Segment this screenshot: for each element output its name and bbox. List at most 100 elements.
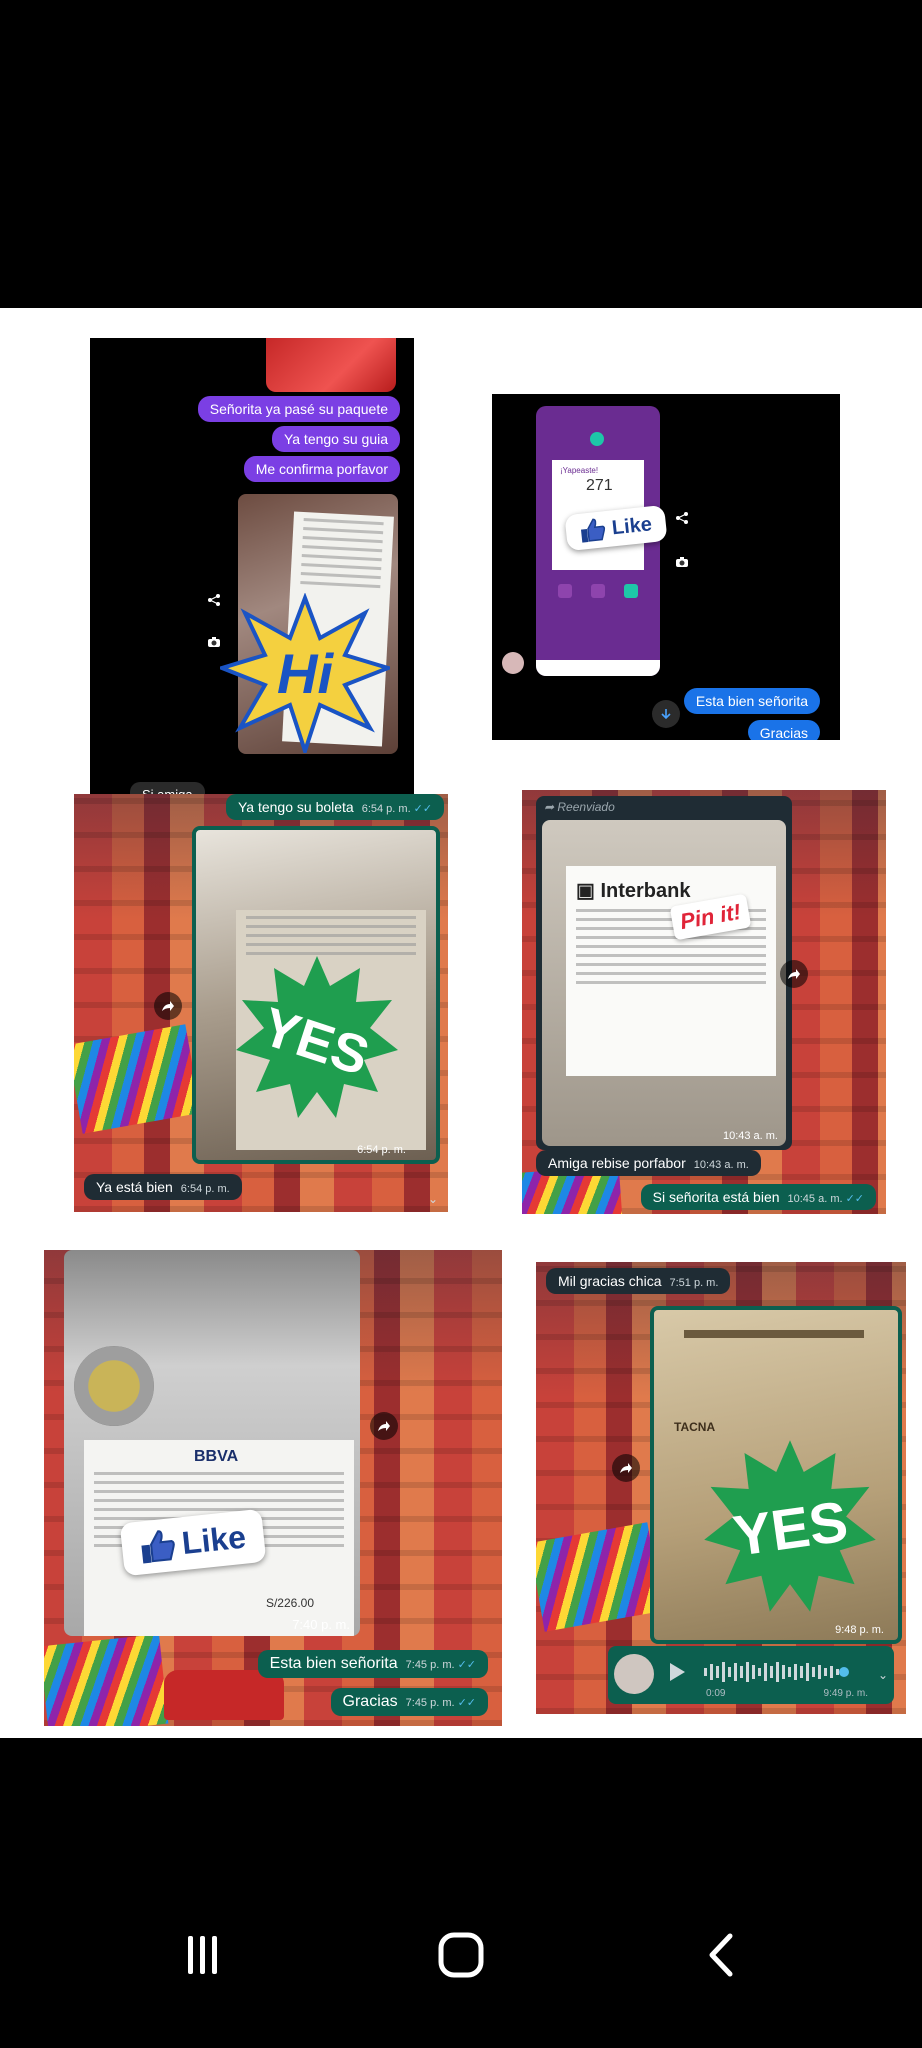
message-time: 10:45 a. m. (787, 1193, 843, 1205)
message-time: 7:51 p. m. (669, 1277, 719, 1289)
rainbow-awning (536, 1522, 663, 1632)
photo-time: 9:48 p. m. (835, 1624, 884, 1636)
voice-waveform[interactable] (704, 1660, 854, 1684)
voice-duration: 0:09 (706, 1688, 726, 1699)
camera-button[interactable] (668, 548, 696, 576)
panel-whatsapp-yes-1: Ya tengo su boleta 6:54 p. m. ✓✓ 6:54 p. m… (74, 794, 448, 1212)
message-time: 6:54 p. m. (361, 803, 411, 815)
forward-icon (378, 1421, 390, 1431)
message-bubble: Esta bien señorita 7:45 p. m. ✓✓ (257, 1650, 488, 1678)
action-dot[interactable] (591, 584, 605, 598)
play-icon (670, 1663, 685, 1681)
action-dot[interactable] (558, 584, 572, 598)
forward-icon (162, 1001, 174, 1011)
forward-button[interactable] (612, 1454, 640, 1482)
message-bubble: Si señorita está bien 10:45 a. m. ✓✓ (640, 1184, 876, 1210)
message-text: Ya tengo su boleta (238, 799, 354, 815)
home-icon (438, 1932, 484, 1978)
recents-icon (188, 1936, 217, 1974)
message-text: Si señorita está bien (652, 1189, 780, 1205)
phone-nav-bar (536, 660, 660, 676)
photo-time: 6:54 p. m. (357, 1144, 406, 1156)
document-city: TACNA (674, 1420, 716, 1434)
rainbow-awning (74, 1024, 201, 1134)
message-text: Esta bien señorita (269, 1655, 398, 1672)
share-button[interactable] (668, 504, 696, 532)
message-bubble: Gracias 7:45 p. m. ✓✓ (330, 1688, 488, 1716)
message-text: Amiga rebise porfabor (548, 1155, 686, 1171)
action-dot[interactable] (624, 584, 638, 598)
photo-time: 7:40 p. m. (292, 1617, 350, 1632)
panel-whatsapp-bbva: BBVA S/226.00 7:40 p. m. Like Esta bien … (44, 1250, 502, 1726)
coin-image (74, 1346, 154, 1426)
share-button[interactable] (200, 586, 228, 614)
forwarded-message: ➦ Reenviado ▣ Interbank 10:43 a. m. (536, 796, 792, 1150)
camera-icon (676, 557, 688, 567)
panel-whatsapp-yes-2: Mil gracias chica 7:51 p. m. TACNA 9:48 p… (536, 1262, 906, 1714)
thumbs-up-icon (580, 518, 606, 543)
message-time: 7:45 p. m. (405, 1697, 455, 1709)
forwarded-label-text: Reenviado (557, 800, 615, 814)
screenshot-collage: Señorita ya pasé su paquete Ya tengo su … (0, 308, 922, 1738)
forward-button[interactable] (780, 960, 808, 988)
message-bubble: Señorita ya pasé su paquete (197, 396, 400, 422)
rainbow-awning (44, 1633, 169, 1726)
yape-logo (590, 432, 604, 446)
read-ticks-icon: ✓✓ (457, 1697, 476, 1709)
read-ticks-icon: ✓✓ (845, 1193, 864, 1205)
yes-sticker: YES (236, 956, 398, 1118)
panel-yape-like: ¡Yapeaste! 271 Like Esta bien señorita G… (492, 394, 840, 740)
recents-button[interactable] (178, 1930, 228, 1980)
top-black-bar (0, 0, 922, 308)
forward-icon: ➦ (544, 800, 558, 814)
forward-button[interactable] (154, 992, 182, 1020)
forward-icon (620, 1463, 632, 1473)
chevron-down-icon[interactable]: ⌄ (878, 1668, 888, 1682)
receipt-photo[interactable]: BBVA S/226.00 7:40 p. m. (64, 1250, 360, 1636)
red-photo-top (266, 338, 396, 392)
message-bubble: Mil gracias chica 7:51 p. m. (546, 1268, 731, 1294)
voice-time: 9:49 p. m. (823, 1688, 868, 1699)
camera-button[interactable] (200, 628, 228, 656)
message-time: 6:54 p. m. (180, 1183, 230, 1195)
scroll-down-button[interactable] (652, 700, 680, 728)
avatar[interactable] (502, 652, 524, 674)
hi-sticker: Hi (220, 593, 390, 753)
panel-whatsapp-interbank: ➦ Reenviado ▣ Interbank 10:43 a. m. Pin … (522, 790, 886, 1214)
android-navigation-bar (0, 1738, 922, 2048)
receipt-amount: S/226.00 (265, 1596, 314, 1610)
bank-name-text: Interbank (600, 880, 691, 902)
message-bubble: Amiga rebise porfabor 10:43 a. m. (536, 1150, 761, 1176)
read-ticks-icon: ✓✓ (457, 1659, 476, 1671)
photo-time: 10:43 a. m. (722, 1130, 778, 1142)
message-bubble: Ya tengo su guia (271, 426, 400, 452)
forward-icon (788, 969, 800, 979)
receipt-photo[interactable]: ▣ Interbank 10:43 a. m. (542, 820, 786, 1146)
play-button[interactable] (668, 1662, 686, 1687)
read-ticks-icon: ✓✓ (413, 803, 433, 815)
forward-button[interactable] (370, 1412, 398, 1440)
message-bubble: Ya está bien 6:54 p. m. (84, 1174, 242, 1200)
share-icon (208, 594, 220, 606)
home-button[interactable] (436, 1930, 486, 1980)
yape-action-buttons (558, 584, 638, 602)
message-bubble: Esta bien señorita (683, 688, 820, 714)
message-text: Mil gracias chica (558, 1273, 662, 1289)
thumbs-up-icon (141, 1529, 175, 1564)
like-sticker-text: Like (180, 1518, 248, 1562)
bank-name: BBVA (194, 1448, 239, 1465)
voice-message: 0:09 9:49 p. m. ⌄ (608, 1646, 894, 1704)
yape-amount: 271 (586, 477, 613, 494)
camera-icon (208, 637, 220, 647)
chevron-down-icon[interactable]: ⌄ (428, 1192, 438, 1206)
message-text: Ya está bien (96, 1179, 173, 1195)
yape-card-title: ¡Yapeaste! (560, 466, 599, 475)
forwarded-label: ➦ Reenviado (544, 800, 615, 814)
message-bubble: Ya tengo su boleta 6:54 p. m. ✓✓ (226, 794, 445, 820)
avatar (614, 1654, 654, 1694)
back-button[interactable] (696, 1930, 746, 1980)
hi-sticker-text: Hi (277, 642, 334, 705)
arrow-down-icon (661, 709, 671, 720)
message-text: Gracias (342, 1693, 398, 1710)
panel-messenger-hi: Señorita ya pasé su paquete Ya tengo su … (90, 338, 414, 816)
